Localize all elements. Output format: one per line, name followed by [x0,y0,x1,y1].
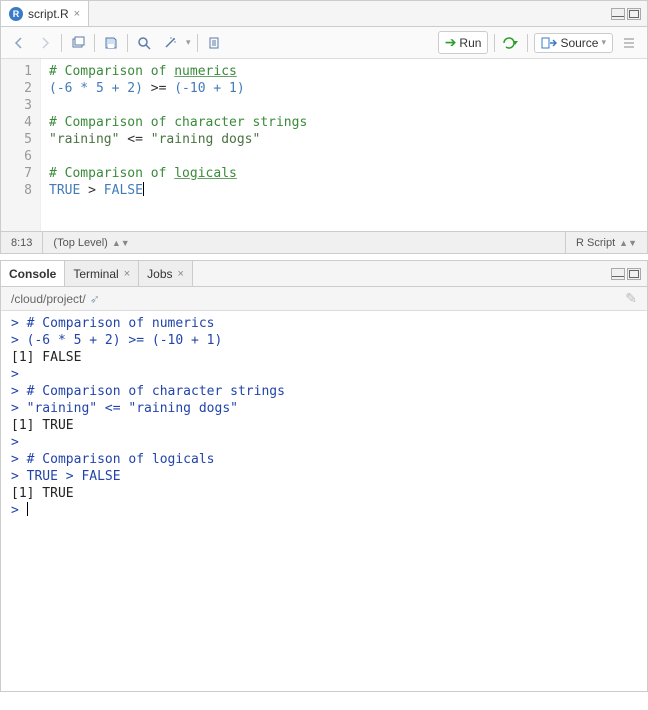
updown-icon: ▲▼ [112,238,130,248]
console-line: [1] TRUE [11,485,637,502]
editor-statusbar: 8:13 (Top Level)▲▼ R Script▲▼ [1,231,647,253]
console-line: > [11,502,637,519]
separator [527,34,528,52]
console-line: [1] TRUE [11,417,637,434]
tab-label: Jobs [147,267,172,281]
language-selector[interactable]: R Script▲▼ [565,232,647,253]
close-icon[interactable]: × [124,268,130,280]
text-cursor [27,502,28,516]
separator [94,34,95,52]
wand-icon[interactable] [160,33,180,53]
rerun-icon[interactable] [501,33,521,53]
working-dir: /cloud/project/ [11,292,86,306]
source-label: Source [560,36,598,50]
save-icon[interactable] [101,33,121,53]
editor-tab-label: script.R [28,7,69,21]
console-line: > (-6 * 5 + 2) >= (-10 + 1) [11,332,637,349]
line-gutter: 12345678 [1,59,41,231]
show-in-new-window-icon[interactable] [68,33,88,53]
tab-label: Console [9,267,56,281]
forward-icon[interactable] [35,33,55,53]
cursor-position: 8:13 [1,232,43,253]
tab-terminal[interactable]: Terminal × [65,261,139,286]
console-line: > # Comparison of character strings [11,383,637,400]
console-line: > # Comparison of numerics [11,315,637,332]
separator [127,34,128,52]
code-area[interactable]: # Comparison of numerics (-6 * 5 + 2) >=… [41,59,315,231]
run-label: Run [459,36,481,50]
dropdown-caret-icon[interactable]: ▾ [186,37,191,48]
console-breadcrumb: /cloud/project/ ➶ ✎ [1,287,647,311]
console-line: > # Comparison of logicals [11,451,637,468]
maximize-pane-button[interactable] [627,8,641,20]
clear-console-icon[interactable]: ✎ [625,290,637,307]
close-icon[interactable]: × [178,268,184,280]
pane-controls [611,268,647,280]
scope-selector[interactable]: (Top Level)▲▼ [43,237,565,249]
tab-label: Terminal [73,267,118,281]
editor-tabbar: R script.R × [1,1,647,27]
editor-tab-script[interactable]: R script.R × [1,1,89,26]
code-line: (-6 * 5 + 2) [49,81,151,96]
code-editor[interactable]: 12345678 # Comparison of numerics (-6 * … [1,59,647,231]
compile-report-icon[interactable] [204,33,224,53]
code-line: TRUE [49,183,80,198]
r-file-icon: R [9,7,23,21]
code-line: # Comparison of character strings [49,115,307,130]
code-line: "raining" [49,132,119,147]
pane-controls [611,8,647,20]
goto-dir-icon[interactable]: ➶ [90,292,100,306]
source-arrow-icon [541,37,557,49]
console-line: > TRUE > FALSE [11,468,637,485]
source-pane: R script.R × ▾ [0,0,648,254]
back-icon[interactable] [9,33,29,53]
tab-console[interactable]: Console [1,261,65,286]
minimize-pane-button[interactable] [611,268,625,280]
separator [494,34,495,52]
find-icon[interactable] [134,33,154,53]
editor-toolbar: ▾ ➔ Run Source ▾ [1,27,647,59]
console-line: > [11,366,637,383]
outline-icon[interactable] [619,33,639,53]
code-line: # Comparison of numerics [49,64,237,79]
console-tabbar: Console Terminal × Jobs × [1,261,647,287]
console-output[interactable]: > # Comparison of numerics > (-6 * 5 + 2… [1,311,647,691]
console-line: > [11,434,637,451]
tab-jobs[interactable]: Jobs × [139,261,193,286]
console-line: > "raining" <= "raining dogs" [11,400,637,417]
updown-icon: ▲▼ [619,238,637,248]
close-icon[interactable]: × [74,8,80,20]
minimize-pane-button[interactable] [611,8,625,20]
maximize-pane-button[interactable] [627,268,641,280]
code-line: # Comparison of logicals [49,166,237,181]
text-cursor [143,182,144,196]
run-button[interactable]: ➔ Run [438,31,489,54]
toolbar-right: ➔ Run Source ▾ [438,31,639,54]
source-button[interactable]: Source ▾ [534,33,613,53]
separator [197,34,198,52]
separator [61,34,62,52]
run-arrow-icon: ➔ [445,34,457,51]
console-line: [1] FALSE [11,349,637,366]
dropdown-caret-icon: ▾ [601,37,606,48]
console-pane: Console Terminal × Jobs × /cloud/project… [0,260,648,692]
